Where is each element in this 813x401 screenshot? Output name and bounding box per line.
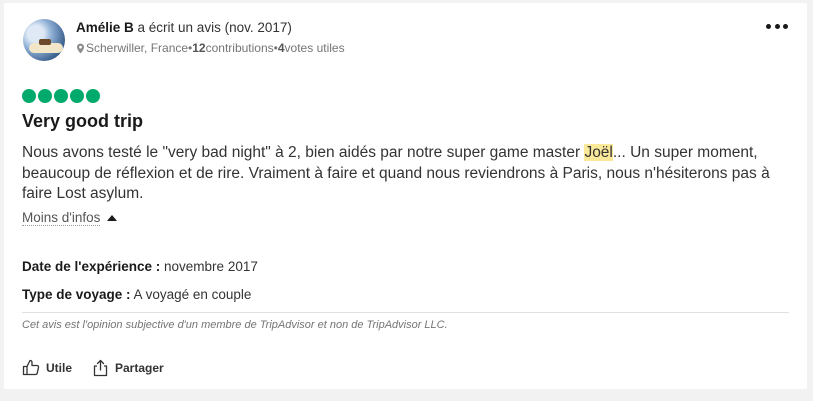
- votes-label: votes utiles: [284, 41, 345, 55]
- author-name[interactable]: Amélie B: [76, 20, 134, 35]
- trip-type-label: Type de voyage :: [22, 287, 131, 302]
- review-body: Nous avons testé le "very bad night" à 2…: [22, 143, 782, 205]
- review-body-highlight: Joël: [584, 144, 613, 161]
- review-action-text: a écrit un avis (nov. 2017): [133, 20, 292, 35]
- author-location: Scherwiller, France: [86, 41, 189, 55]
- location-pin-icon: [77, 43, 84, 53]
- contributions-label: contributions: [205, 41, 274, 55]
- divider: [22, 312, 789, 313]
- more-options-icon[interactable]: [766, 20, 788, 32]
- share-button[interactable]: Partager: [92, 359, 164, 377]
- thumbs-up-icon: [22, 359, 40, 376]
- caret-up-icon: [107, 215, 118, 221]
- less-info-toggle[interactable]: Moins d'infos: [22, 210, 118, 226]
- helpful-label: Utile: [46, 360, 73, 375]
- share-label: Partager: [115, 361, 164, 375]
- less-info-label: Moins d'infos: [22, 210, 101, 226]
- experience-date-label: Date de l'expérience :: [22, 259, 161, 274]
- trip-type-value: A voyagé en couple: [130, 287, 252, 302]
- more-dot: [783, 23, 788, 29]
- rating-bubble: [54, 89, 68, 103]
- helpful-button[interactable]: Utile: [22, 359, 72, 376]
- experience-date-value: novembre 2017: [160, 259, 258, 274]
- more-dot: [774, 23, 780, 29]
- avatar-boat: [39, 39, 51, 45]
- rating-bubbles: [22, 89, 100, 103]
- trip-type-row: Type de voyage : A voyagé en couple: [22, 287, 251, 302]
- review-header: Amélie B a écrit un avis (nov. 2017): [76, 20, 292, 35]
- rating-bubble: [70, 89, 84, 103]
- rating-bubble: [22, 89, 36, 103]
- share-icon: [93, 359, 108, 377]
- rating-bubble: [86, 89, 100, 103]
- author-meta: Scherwiller, France • 12 contributions •…: [77, 41, 345, 55]
- rating-bubble: [38, 89, 52, 103]
- review-body-part1: Nous avons testé le "very bad night" à 2…: [22, 144, 585, 161]
- experience-date-row: Date de l'expérience : novembre 2017: [22, 259, 258, 274]
- more-dot: [766, 23, 771, 29]
- votes-count: 4: [277, 41, 285, 55]
- contributions-count: 12: [192, 41, 206, 55]
- review-card: Amélie B a écrit un avis (nov. 2017) Sch…: [4, 3, 807, 389]
- disclaimer: Cet avis est l'opinion subjective d'un m…: [22, 319, 448, 331]
- review-title[interactable]: Very good trip: [22, 111, 143, 132]
- avatar[interactable]: [23, 19, 65, 61]
